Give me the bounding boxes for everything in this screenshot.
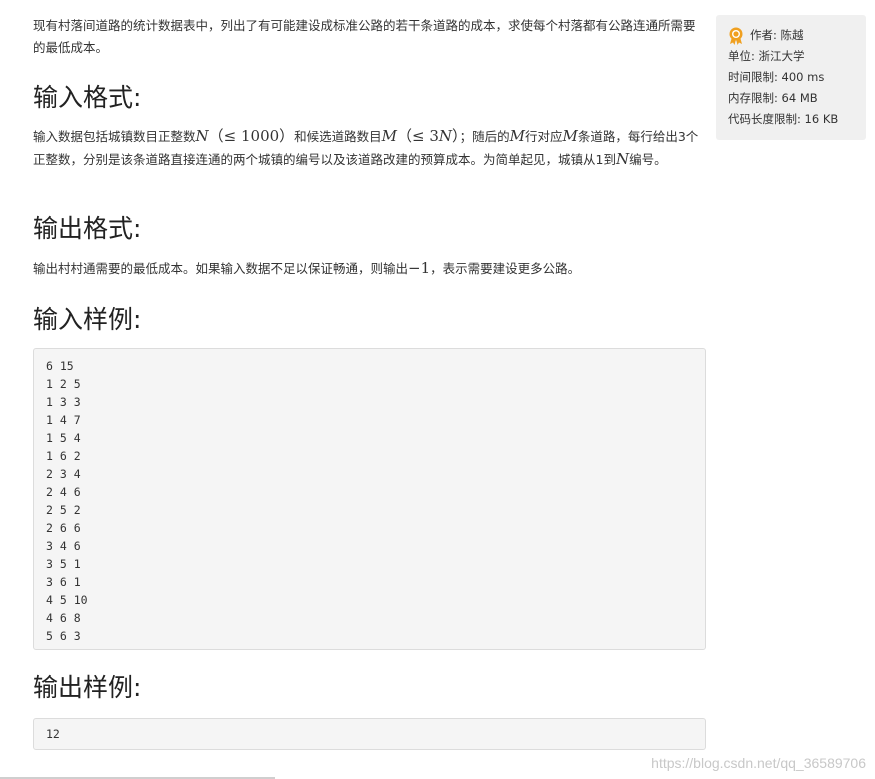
code-line: 1 3 3	[46, 395, 81, 409]
watermark: https://blog.csdn.net/qq_36589706	[651, 755, 866, 771]
time-limit-text: 时间限制: 400 ms	[728, 70, 825, 84]
code-line: 2 3 4	[46, 467, 81, 481]
code-line: 1 2 5	[46, 377, 81, 391]
code-line: 2 6 6	[46, 521, 81, 535]
sample-output-code[interactable]: 12	[33, 718, 706, 750]
memory-limit-text: 内存限制: 64 MB	[728, 91, 818, 105]
author-row: 作者: 陈越	[728, 25, 854, 46]
code-line: 2 5 2	[46, 503, 81, 517]
code-line: 3 5 1	[46, 557, 81, 571]
code-line: 1 6 2	[46, 449, 81, 463]
code-line: 2 4 6	[46, 485, 81, 499]
code-line: 1 4 7	[46, 413, 81, 427]
cut-off-heading	[33, 0, 293, 6]
input-format-title: 输入格式:	[33, 83, 142, 112]
code-limit-text: 代码长度限制: 16 KB	[728, 112, 839, 126]
medal-icon	[729, 27, 743, 45]
code-line: 6 15	[46, 359, 74, 373]
sample-input-code[interactable]: 6 15 1 2 5 1 3 3 1 4 7 1 5 4 1 6 2 2 3 4…	[33, 348, 706, 650]
code-line: 4 6 8	[46, 611, 81, 625]
cut-off-heading-glyphs	[33, 0, 293, 6]
unit-text: 单位: 浙江大学	[728, 49, 805, 63]
problem-info-panel: 作者: 陈越 单位: 浙江大学 时间限制: 400 ms 内存限制: 64 MB…	[716, 15, 866, 140]
output-format-text: 输出村村通需要的最低成本。如果输入数据不足以保证畅通，则输出−1，表示需要建设更…	[33, 259, 581, 277]
code-line: 5 6 3	[46, 629, 81, 643]
sample-output-title: 输出样例:	[33, 673, 142, 702]
code-line: 3 4 6	[46, 539, 81, 553]
code-line: 4 5 10	[46, 593, 88, 607]
sample-input-title: 输入样例:	[33, 305, 142, 334]
code-line: 1 5 4	[46, 431, 81, 445]
author-text: 作者: 陈越	[750, 28, 804, 42]
code-line: 3 6 1	[46, 575, 81, 589]
input-format-text: 输入数据包括城镇数目正整数N（≤ 1000）和候选道路数目M（≤ 3N）；随后的…	[33, 127, 699, 168]
problem-description: 现有村落间道路的统计数据表中，列出了有可能建设成标准公路的若干条道路的成本，求使…	[33, 18, 696, 55]
output-format-title: 输出格式:	[33, 214, 142, 243]
